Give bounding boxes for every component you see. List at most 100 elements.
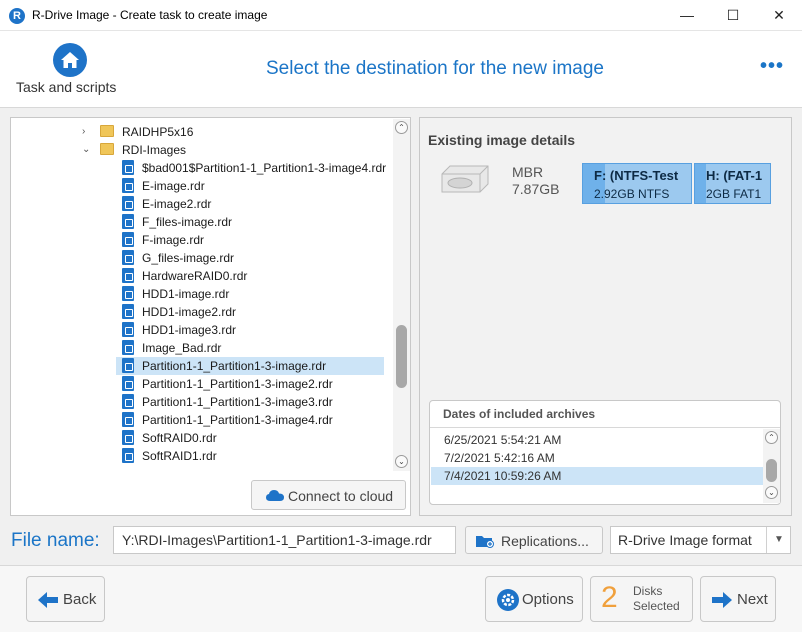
tree-item-label: Partition1-1_Partition1-3-image4.rdr [142,413,333,427]
tree-file[interactable]: E-image2.rdr [12,195,394,213]
image-file-icon [122,232,134,247]
dates-scrollbar[interactable]: ⌃ ⌄ [763,429,780,503]
file-name-label: File name: [11,530,100,551]
tree-file[interactable]: G_files-image.rdr [12,249,394,267]
folder-icon [100,125,114,137]
tree-file[interactable]: Partition1-1_Partition1-3-image4.rdr [12,411,394,429]
tree-item-label: RAIDHP5x16 [122,125,194,139]
image-file-icon [122,376,134,391]
image-file-icon [122,214,134,229]
title-bar: R R-Drive Image - Create task to create … [0,0,802,31]
tree-item-label: HDD1-image.rdr [142,287,230,301]
tree-file[interactable]: HardwareRAID0.rdr [12,267,394,285]
image-file-icon [122,322,134,337]
tree-folder[interactable]: › RAIDHP5x16 [12,123,394,141]
tree-item-label: E-image.rdr [142,179,205,193]
tree-item-label: HDD1-image2.rdr [142,305,237,319]
image-file-icon [122,196,134,211]
tree-file[interactable]: Partition1-1_Partition1-3-image3.rdr [12,393,394,411]
date-row[interactable]: 7/2/2021 5:42:16 AM [431,449,763,467]
image-file-icon [122,304,134,319]
image-file-icon [122,340,134,355]
disks-selected-count: 2 [601,581,618,614]
scroll-down-icon[interactable]: ⌄ [395,455,408,468]
back-button[interactable]: Back [26,576,105,622]
folder-add-icon [476,536,494,548]
tree-file[interactable]: E-image.rdr [12,177,394,195]
tree-file[interactable]: F-image.rdr [12,231,394,249]
tree-item-label: $bad001$Partition1-1_Partition1-3-image4… [142,161,387,175]
minimize-button[interactable]: — [664,0,710,31]
image-file-icon [122,268,134,283]
file-name-input[interactable]: Y:\RDI-Images\Partition1-1_Partition1-3-… [113,526,456,554]
next-button[interactable]: Next [700,576,776,622]
tree-file[interactable]: HDD1-image2.rdr [12,303,394,321]
page-title: Select the destination for the new image [266,58,604,79]
details-title: Existing image details [428,132,576,148]
tree-file[interactable]: HDD1-image3.rdr [12,321,394,339]
wizard-header: Task and scripts Select the destination … [0,31,802,108]
image-file-icon [122,394,134,409]
tree-item-label: RDI-Images [122,143,187,157]
scrollbar-thumb[interactable] [396,325,407,388]
tree-item-label: Image_Bad.rdr [142,341,222,355]
tree-file[interactable]: F_files-image.rdr [12,213,394,231]
tree-item-label: SoftRAID0.rdr [142,431,217,445]
app-logo-icon: R [9,8,25,24]
dates-list-header: Dates of included archives [430,401,780,428]
gear-icon [497,589,519,611]
maximize-button[interactable]: ☐ [710,0,756,31]
window-title: R-Drive Image - Create task to create im… [32,8,268,22]
image-details-panel: Existing image details MBR 7.87GB F: (NT… [419,117,792,516]
tree-file[interactable]: SoftRAID0.rdr [12,429,394,447]
image-file-icon [122,178,134,193]
arrow-right-icon [712,592,732,608]
partition-h[interactable]: H: (FAT-1 2GB FAT1 [694,163,771,204]
scrollbar-thumb[interactable] [766,459,777,482]
tree-item-label: Partition1-1_Partition1-3-image2.rdr [142,377,333,391]
more-options-icon[interactable]: ••• [760,55,784,78]
tree-file[interactable]: Partition1-1_Partition1-3-image2.rdr [12,375,394,393]
hard-disk-icon [441,165,489,193]
chevron-right-icon[interactable]: › [82,123,85,141]
tree-file[interactable]: SoftRAID1.rdr [12,447,394,465]
tree-item-label: E-image2.rdr [142,197,212,211]
wizard-footer: Back Options 2 Disks Selected Next [0,565,802,632]
scroll-up-icon[interactable]: ⌃ [395,121,408,134]
date-row[interactable]: 6/25/2021 5:54:21 AM [431,431,763,449]
image-file-icon [122,286,134,301]
home-icon[interactable] [53,43,87,77]
tree-item-label: F-image.rdr [142,233,205,247]
options-button[interactable]: Options [485,576,583,622]
tree-item-label: HardwareRAID0.rdr [142,269,248,283]
disk-partition-style: MBR [512,164,544,180]
image-file-icon [122,430,134,445]
tree-item-label: HDD1-image3.rdr [142,323,237,337]
chevron-down-icon[interactable]: ⌄ [82,141,90,159]
tree-scrollbar[interactable]: ⌃ ⌄ [393,119,410,471]
folder-icon [100,143,114,155]
image-format-select[interactable]: R-Drive Image format ▼ [610,526,791,554]
tree-file[interactable]: Image_Bad.rdr [12,339,394,357]
replications-button[interactable]: Replications... [465,526,603,554]
archive-dates-list: Dates of included archives 6/25/2021 5:5… [429,400,781,505]
image-file-icon [122,250,134,265]
tree-item-label: G_files-image.rdr [142,251,235,265]
disk-size: 7.87GB [512,181,560,197]
tree-folder[interactable]: ⌄ RDI-Images [12,141,394,159]
tree-file[interactable]: $bad001$Partition1-1_Partition1-3-image4… [12,159,394,177]
chevron-down-icon[interactable]: ▼ [766,527,791,553]
disks-selected-indicator: 2 Disks Selected [590,576,693,622]
date-row-selected[interactable]: 7/4/2021 10:59:26 AM [431,467,763,485]
tree-file[interactable]: HDD1-image.rdr [12,285,394,303]
scroll-down-icon[interactable]: ⌄ [765,486,778,499]
tree-item-label: F_files-image.rdr [142,215,233,229]
close-button[interactable]: ✕ [756,0,802,31]
tree-file-selected[interactable]: Partition1-1_Partition1-3-image.rdr [12,357,394,375]
scroll-up-icon[interactable]: ⌃ [765,431,778,444]
folder-tree[interactable]: › RAIDHP5x16 ⌄ RDI-Images $bad001$Partition1… [12,119,394,471]
task-and-scripts-link[interactable]: Task and scripts [16,79,116,95]
partition-f[interactable]: F: (NTFS-Test 2.92GB NTFS [582,163,692,204]
connect-to-cloud-button[interactable]: Connect to cloud [251,480,406,510]
cloud-icon [266,490,284,501]
